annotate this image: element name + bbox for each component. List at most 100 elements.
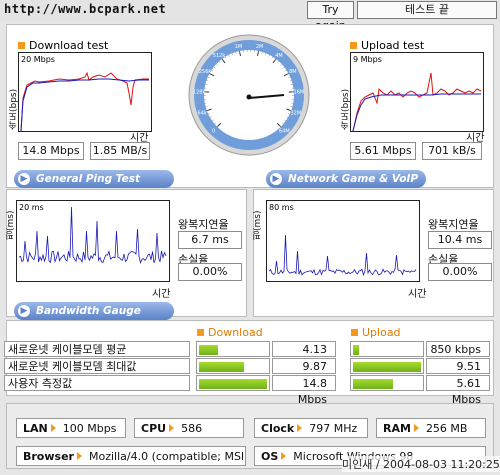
gauge-tick-label: 4M — [275, 53, 283, 59]
download-bar-fill — [199, 379, 267, 389]
arrow-right-icon — [413, 424, 419, 432]
arrow-right-icon — [281, 452, 287, 460]
arrow-right-icon — [297, 424, 303, 432]
game-graph — [268, 234, 417, 277]
gauge-tick-label: 2M — [256, 44, 264, 50]
orange-bullet-icon — [18, 42, 25, 49]
upload-kbs: 701 kB/s — [422, 142, 482, 160]
download-chart: 20 Mbps — [18, 52, 152, 132]
cpu-info: CPU 586 — [134, 418, 244, 438]
upload-chart: 9 Mbps — [350, 52, 484, 132]
gauge-tick-label: 8M — [289, 69, 297, 75]
ping-xlabel: 시간 — [152, 289, 171, 300]
gauge-tick-label: 64k — [198, 110, 207, 116]
bandwidth-upload-header: Upload — [351, 326, 401, 339]
ping-section-title: General Ping Test — [36, 173, 140, 185]
play-icon: ▶ — [18, 305, 30, 317]
cpu-value: 586 — [181, 421, 203, 435]
game-rtt-value: 10.4 ms — [428, 231, 492, 249]
download-value: 9.87 Mbps — [272, 358, 336, 389]
try-again-button[interactable]: Try again — [307, 1, 354, 32]
orange-bullet-icon — [197, 329, 204, 336]
upload-title: Upload test — [350, 39, 424, 52]
game-section-header: ▶Network Game & VoIP Test — [266, 170, 426, 203]
ping-series — [18, 206, 167, 264]
cpu-label: CPU — [141, 421, 167, 435]
clock-value: 797 MHz — [309, 421, 358, 435]
site-url[interactable]: http://www.bcpark.net — [4, 2, 166, 16]
ping-graph — [18, 206, 167, 264]
end-test-button[interactable]: 테스트 끝 — [357, 1, 497, 19]
upload-series-blue — [352, 93, 481, 131]
download-title: Download test — [18, 39, 108, 52]
browser-label: Browser — [23, 449, 74, 463]
download-series-blue — [20, 78, 149, 131]
download-mbps: 14.8 Mbps — [18, 142, 84, 160]
ram-info: RAM 256 MB — [376, 418, 486, 438]
bandwidth-section-header: ▶ Bandwidth Gauge — [14, 302, 174, 320]
bandwidth-row-label: 새로운넷 케이블모뎀 최대값 — [4, 358, 190, 374]
arrow-right-icon — [50, 424, 56, 432]
upload-bar — [350, 375, 424, 391]
bandwidth-row-label: 사용자 측정값 — [4, 375, 190, 391]
ping-rtt-label: 왕복지연율 — [178, 218, 229, 231]
game-chart: 80 ms — [266, 200, 420, 282]
gauge-tick-label: 512k — [213, 53, 226, 59]
game-xlabel: 시간 — [408, 289, 427, 300]
gauge-tick-label: 16M — [294, 89, 305, 95]
lan-label: LAN — [23, 421, 48, 435]
download-bar-fill — [199, 345, 218, 355]
clock-label: Clock — [261, 421, 295, 435]
upload-bar — [350, 358, 424, 374]
upload-bar-fill — [353, 362, 421, 372]
lan-info: LAN 100 Mbps — [16, 418, 126, 438]
ping-loss-value: 0.00% — [178, 263, 242, 281]
game-loss-value: 0.00% — [428, 263, 492, 281]
arrow-right-icon — [169, 424, 175, 432]
download-title-text: Download test — [29, 39, 109, 52]
download-value: 4.13 Mbps — [272, 341, 336, 372]
upload-value: 850 kbps — [426, 341, 490, 357]
speed-gauge: 0 64k 128k 256k 512k 1M 2M 4M 8M 16M 32M 64M — [188, 34, 310, 156]
download-value: 14.8 Mbps — [272, 375, 336, 406]
ping-series — [268, 234, 417, 277]
upload-title-text: Upload test — [361, 39, 425, 52]
upload-value: 9.51 Mbps — [426, 358, 490, 389]
download-series-red — [20, 71, 149, 131]
ping-rtt-value: 6.7 ms — [178, 231, 242, 249]
gauge-tick-label: 128k — [193, 89, 206, 95]
footer-stamp: 미인새 / 2004-08-03 11:20:25 — [342, 456, 500, 472]
upload-value: 5.61 Mbps — [426, 375, 490, 406]
gauge-tick-label: 64M — [279, 128, 290, 134]
orange-bullet-icon — [351, 329, 358, 336]
gauge-tick-label: 256k — [199, 69, 212, 75]
bandwidth-upload-text: Upload — [362, 326, 401, 339]
upload-series-red — [352, 72, 482, 131]
upload-bar — [350, 341, 424, 357]
ping-chart: 20 ms — [16, 200, 170, 282]
play-icon: ▶ — [18, 173, 30, 185]
bandwidth-row-label: 새로운넷 케이블모뎀 평균 — [4, 341, 190, 357]
browser-info: Browser Mozilla/4.0 (compatible; MSIE 6.0 — [16, 446, 246, 466]
play-icon: ▶ — [270, 173, 282, 185]
os-label: OS — [261, 449, 279, 463]
game-ylabel: 핑(ms) — [253, 210, 263, 240]
arrow-right-icon — [76, 452, 82, 460]
download-mbs: 1.85 MB/s — [90, 142, 150, 160]
ping-section-header: ▶ General Ping Test — [14, 170, 174, 188]
upload-mbps: 5.61 Mbps — [350, 142, 416, 160]
download-bar — [196, 341, 270, 357]
orange-bullet-icon — [350, 42, 357, 49]
ram-label: RAM — [383, 421, 411, 435]
upload-bar-fill — [353, 379, 393, 389]
lan-value: 100 Mbps — [62, 421, 117, 435]
download-graph — [20, 71, 149, 131]
ram-value: 256 MB — [425, 421, 468, 435]
clock-info: Clock 797 MHz — [254, 418, 368, 438]
gauge-tick-label: 1M — [235, 44, 243, 50]
gauge-tick-label: 0 — [212, 128, 215, 134]
browser-value: Mozilla/4.0 (compatible; MSIE 6.0 — [88, 449, 245, 463]
bandwidth-section-title: Bandwidth Gauge — [36, 305, 141, 317]
game-rtt-label: 왕복지연율 — [428, 218, 479, 231]
bandwidth-download-text: Download — [208, 326, 263, 339]
